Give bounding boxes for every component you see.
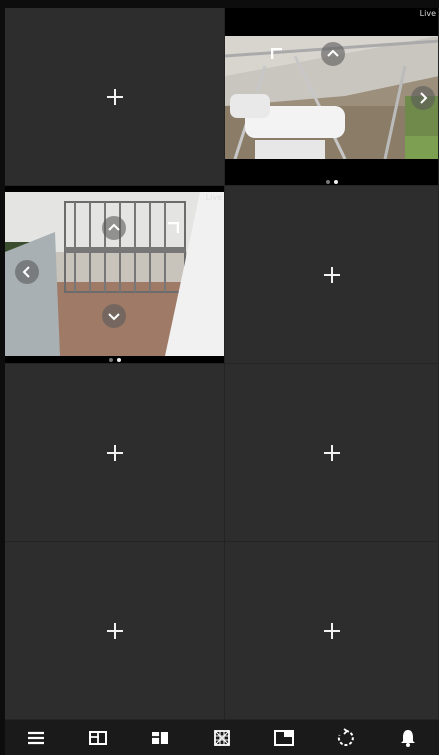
chevron-left-icon [22, 266, 30, 278]
page-dot[interactable] [325, 180, 330, 184]
add-camera-icon[interactable] [106, 622, 123, 639]
corner-expand-icon[interactable] [271, 48, 283, 60]
camera-slot-live[interactable]: Live [5, 186, 225, 364]
layout-single-button[interactable] [86, 726, 110, 750]
camera-slot-empty[interactable] [5, 542, 225, 720]
chevron-right-icon [420, 92, 428, 104]
add-camera-icon[interactable] [323, 444, 340, 461]
chevron-up-icon [327, 49, 339, 57]
camera-slot-live[interactable]: Live [225, 8, 439, 186]
grid-button[interactable] [210, 726, 234, 750]
menu-button[interactable] [24, 726, 48, 750]
notifications-button[interactable] [396, 726, 420, 750]
camera-feed-carport[interactable] [225, 36, 438, 166]
add-camera-icon[interactable] [106, 88, 123, 105]
pan-up-button[interactable] [321, 42, 345, 66]
app-frame: Live Live [0, 0, 439, 755]
page-dot[interactable] [108, 358, 113, 362]
add-camera-icon[interactable] [323, 266, 340, 283]
rotate-icon [337, 727, 354, 746]
bell-icon [401, 729, 415, 747]
pan-right-button[interactable] [411, 86, 435, 110]
camera-slot-empty[interactable] [5, 364, 225, 542]
add-camera-icon[interactable] [323, 622, 340, 639]
camera-slot-empty[interactable] [5, 8, 225, 186]
chevron-up-icon [108, 223, 120, 231]
grid-icon [214, 729, 230, 746]
rotate-button[interactable] [334, 726, 358, 750]
pip-button[interactable] [272, 726, 296, 750]
page-dots [108, 358, 121, 362]
corner-expand-icon[interactable] [167, 222, 179, 234]
pip-icon [274, 729, 294, 746]
layout-split-icon [152, 731, 168, 744]
camera-slot-empty[interactable] [225, 364, 439, 542]
chevron-down-icon [108, 313, 120, 321]
camera-feed-gate[interactable]: Live [5, 192, 224, 356]
live-badge: Live [205, 193, 222, 202]
page-dot-active[interactable] [116, 358, 121, 362]
page-dot-active[interactable] [333, 180, 338, 184]
pan-left-button[interactable] [15, 260, 39, 284]
page-dots [325, 180, 338, 184]
layout-single-icon [89, 730, 107, 745]
camera-grid: Live Live [5, 8, 439, 720]
camera-slot-empty[interactable] [225, 542, 439, 720]
bottom-toolbar [5, 720, 439, 755]
add-camera-icon[interactable] [106, 444, 123, 461]
camera-slot-empty[interactable] [225, 186, 439, 364]
live-badge: Live [419, 9, 436, 18]
pan-down-button[interactable] [102, 304, 126, 328]
pan-up-button[interactable] [102, 216, 126, 240]
layout-split-button[interactable] [148, 726, 172, 750]
menu-icon [28, 731, 44, 744]
